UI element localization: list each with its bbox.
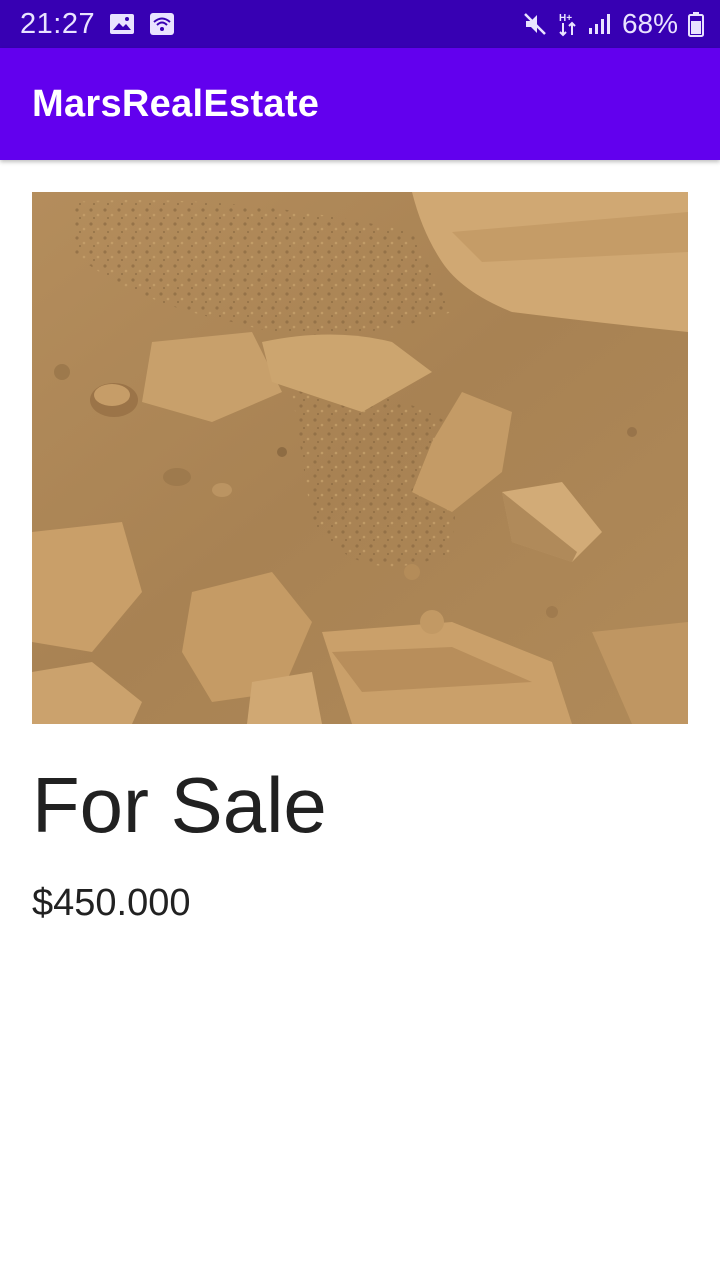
wifi-icon [149,12,175,36]
status-right: H+ 68% [522,8,704,40]
status-time: 21:27 [20,7,96,40]
property-price: $450.000 [32,882,191,924]
signal-icon [588,12,612,36]
data-arrows-icon: H+ [558,11,578,37]
mute-icon [522,11,548,37]
app-title: MarsRealEstate [32,82,320,125]
image-icon [109,13,135,35]
app-bar: MarsRealEstate [0,48,720,160]
battery-percent: 68% [621,8,678,39]
screen: 21:27 H+ 68% MarsRealEstate For Sale $45… [0,0,720,1280]
svg-text:H+: H+ [559,13,572,24]
status-left: 21:27 [20,8,175,41]
status-bar: 21:27 H+ 68% [0,0,720,48]
battery-icon [688,11,704,37]
mars-surface-photo [32,192,688,724]
property-type-label: For Sale [32,761,327,849]
